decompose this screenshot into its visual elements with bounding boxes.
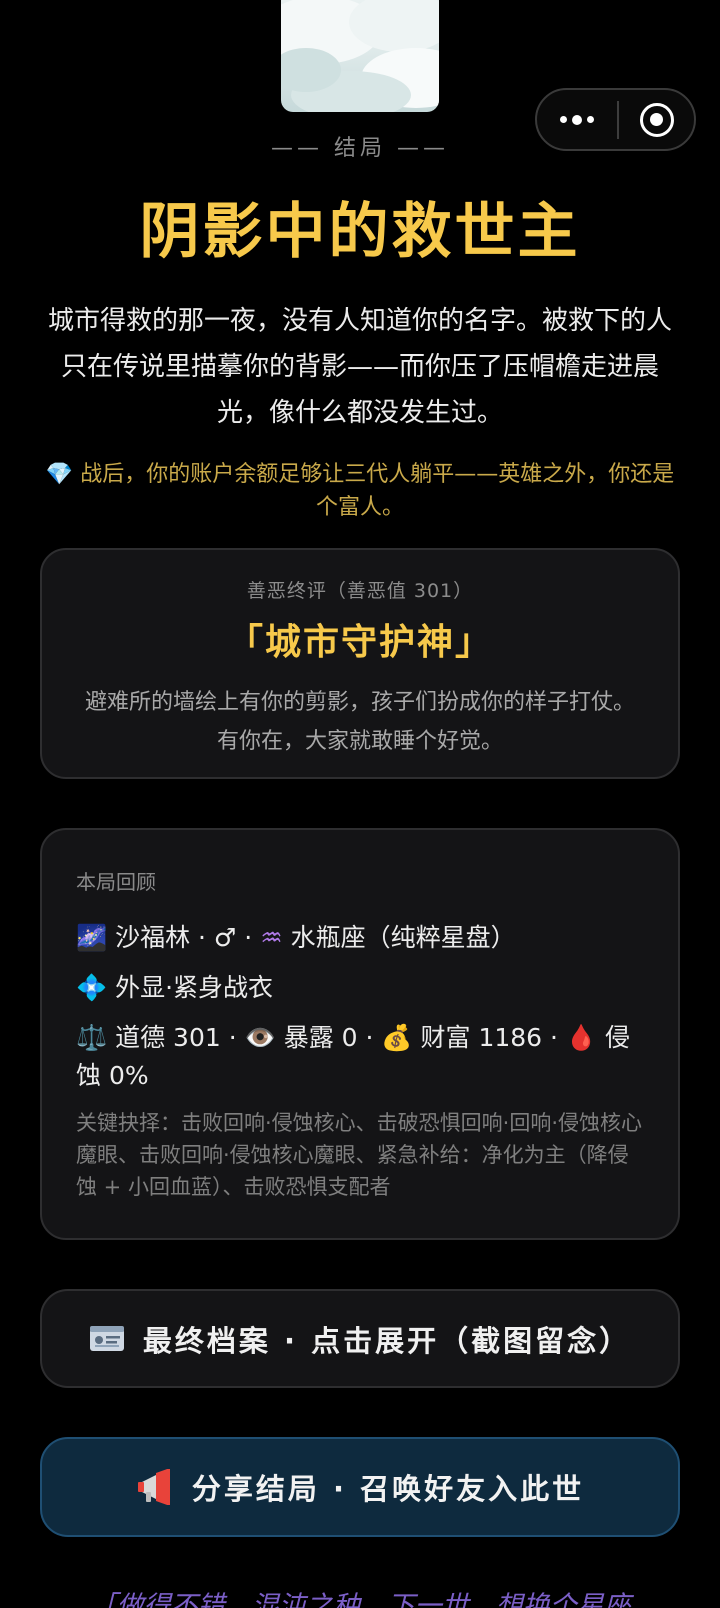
share-ending-button[interactable]: 分享结局 · 召唤好友入此世 bbox=[40, 1437, 680, 1537]
exposure-stat: 暴露 0 · bbox=[283, 1023, 382, 1052]
megaphone-icon bbox=[136, 1468, 176, 1506]
archive-expand-button[interactable]: 最终档案 · 点击展开（截图留念） bbox=[40, 1289, 680, 1388]
money-bag-icon: 💰 bbox=[381, 1023, 413, 1052]
archive-button-label: 最终档案 · 点击展开（截图留念） bbox=[142, 1323, 632, 1358]
appearance-text: 外显·紧身战衣 bbox=[115, 973, 274, 1002]
cloud-illustration bbox=[281, 0, 439, 112]
next-life-link[interactable]: 下一世，想换个星座 bbox=[388, 1584, 631, 1608]
appearance-line: 💠 外显·紧身战衣 bbox=[76, 969, 644, 1007]
scales-icon: ⚖️ bbox=[76, 1023, 108, 1052]
gem-icon: 💎 bbox=[45, 462, 74, 487]
ending-label: —— 结局 —— bbox=[271, 136, 449, 161]
verdict-card: 善恶终评（善恶值 301） 「城市守护神」 避难所的墙绘上有你的剪影，孩子们扮成… bbox=[40, 548, 680, 779]
ending-title: 阴影中的救世主 bbox=[139, 197, 581, 267]
identity-text: 沙福林 · ♂ · bbox=[115, 923, 261, 952]
verdict-label: 善恶终评（善恶值 301） bbox=[246, 580, 474, 602]
morality-stat: 道德 301 · bbox=[115, 1023, 245, 1052]
ending-description: 城市得救的那一夜，没有人知道你的名字。被救下的人只在传说里描摹你的背影——而你压… bbox=[47, 306, 672, 428]
wealth-stat: 财富 1186 · bbox=[420, 1023, 566, 1052]
verdict-title: 「城市守护神」 bbox=[226, 622, 493, 663]
share-button-label: 分享结局 · 召唤好友入此世 bbox=[191, 1472, 585, 1506]
galaxy-icon: 🌌 bbox=[76, 923, 108, 952]
wealth-note-text: 战后，你的账户余额足够让三代人躺平——英雄之外，你还是个富人。 bbox=[80, 462, 675, 520]
review-label: 本局回顾 bbox=[76, 870, 156, 894]
wealth-note: 💎 战后，你的账户余额足够让三代人躺平——英雄之外，你还是个富人。 bbox=[44, 458, 676, 524]
continue-chaos-link[interactable]: 「做得不错，混沌之种 bbox=[90, 1584, 360, 1608]
id-card-icon bbox=[89, 1323, 125, 1355]
key-choices: 关键抉择：击败回响·侵蚀核心、击破恐惧回响·回响·侵蚀核心魔眼、击败回响·侵蚀核… bbox=[76, 1111, 643, 1199]
bottom-links: 「做得不错，混沌之种 下一世，想换个星座 bbox=[0, 1584, 720, 1608]
zodiac-text: 水瓶座（纯粹星盘） bbox=[290, 923, 516, 952]
aquarius-icon: ♒ bbox=[260, 923, 283, 952]
diamond-icon: 💠 bbox=[76, 973, 108, 1002]
identity-line: 🌌 沙福林 · ♂ · ♒ 水瓶座（纯粹星盘） bbox=[76, 919, 644, 957]
review-card: 本局回顾 🌌 沙福林 · ♂ · ♒ 水瓶座（纯粹星盘） 💠 外显·紧身战衣 ⚖… bbox=[40, 828, 680, 1240]
verdict-description: 避难所的墙绘上有你的剪影，孩子们扮成你的样子打仗。有你在，大家就敢睡个好觉。 bbox=[84, 690, 635, 754]
ending-cover-image bbox=[281, 0, 439, 112]
blood-drop-icon: 🩸 bbox=[565, 1023, 598, 1052]
stats-line: ⚖️ 道德 301 · 👁️ 暴露 0 · 💰 财富 1186 · 🩸 侵蚀 0… bbox=[76, 1019, 644, 1095]
eye-icon: 👁️ bbox=[244, 1023, 276, 1052]
